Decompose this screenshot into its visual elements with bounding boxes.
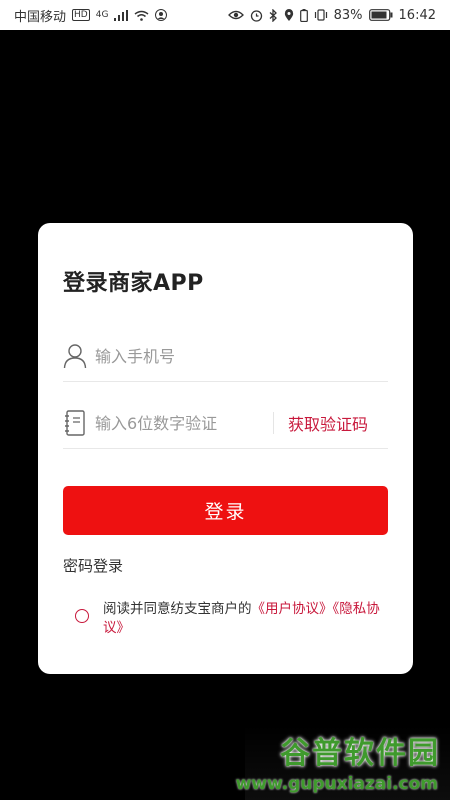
bluetooth-icon bbox=[269, 8, 278, 22]
get-code-button[interactable]: 获取验证码 bbox=[288, 411, 388, 435]
phone-field-row bbox=[63, 331, 388, 382]
battery-icon bbox=[368, 9, 393, 21]
agreement-prefix: 阅读并同意纺支宝商户的 bbox=[103, 601, 252, 617]
battery-percent: 83% bbox=[333, 7, 363, 23]
battery-saver-icon bbox=[299, 8, 308, 22]
user-icon bbox=[63, 343, 87, 369]
carrier-label: 中国移动 bbox=[14, 9, 67, 25]
alarm-icon bbox=[250, 9, 263, 22]
agreement-radio[interactable] bbox=[75, 609, 89, 623]
login-card: 登录商家APP 获取验证码 登录 密码登录 阅读并同意纺支宝商户的《用户协议》《… bbox=[38, 223, 413, 674]
code-field-row: 获取验证码 bbox=[63, 398, 388, 449]
location-icon bbox=[284, 8, 294, 22]
watermark-title: 谷普软件园 bbox=[280, 736, 440, 771]
vibrate-icon bbox=[314, 9, 328, 21]
watermark-url: www.gupuxiazai.com bbox=[235, 774, 438, 794]
clock: 16:42 bbox=[398, 7, 436, 23]
phone-input[interactable] bbox=[93, 345, 357, 367]
notebook-icon bbox=[63, 410, 87, 436]
wifi-icon bbox=[134, 10, 149, 21]
signal-icon bbox=[114, 9, 129, 21]
login-button[interactable]: 登录 bbox=[63, 486, 388, 535]
network-label: 4G bbox=[95, 10, 109, 20]
field-divider bbox=[273, 412, 274, 434]
account-icon bbox=[155, 9, 168, 21]
hd-badge: HD bbox=[72, 9, 90, 21]
agreement-text: 阅读并同意纺支宝商户的《用户协议》《隐私协议》 bbox=[103, 600, 395, 638]
status-bar: 中国移动 HD 4G 83% 16:42 bbox=[0, 0, 450, 30]
watermark: 谷普软件园 www.gupuxiazai.com bbox=[236, 725, 450, 800]
eye-icon bbox=[227, 10, 244, 20]
password-login-link[interactable]: 密码登录 bbox=[63, 555, 123, 576]
agreement-row: 阅读并同意纺支宝商户的《用户协议》《隐私协议》 bbox=[75, 600, 395, 638]
page-title: 登录商家APP bbox=[63, 271, 204, 296]
user-agreement-link[interactable]: 《用户协议》 bbox=[252, 601, 333, 617]
verification-code-input[interactable] bbox=[93, 412, 267, 434]
